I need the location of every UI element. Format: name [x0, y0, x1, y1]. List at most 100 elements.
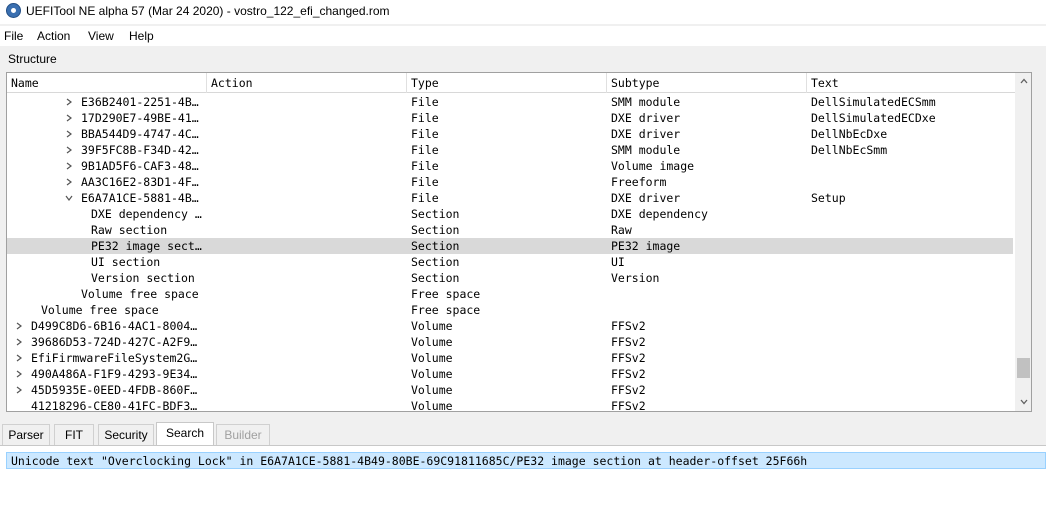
row-text: DellNbEcSmm	[811, 143, 888, 157]
chevron-right-icon[interactable]	[65, 142, 75, 154]
row-subtype: FFSv2	[611, 335, 646, 349]
chevron-right-icon[interactable]	[15, 366, 25, 378]
row-subtype: SMM module	[611, 95, 681, 109]
row-subtype: Raw	[611, 223, 632, 237]
tree-row[interactable]: Volume free space Free space	[7, 286, 1013, 302]
row-type: File	[411, 95, 439, 109]
tree-row[interactable]: 17D290E7-49BE-41… File DXE driver DellSi…	[7, 110, 1013, 126]
column-name[interactable]: Name	[7, 73, 207, 93]
menu-file[interactable]: File	[4, 29, 23, 43]
search-result-item[interactable]: Unicode text "Overclocking Lock" in E6A7…	[6, 452, 1046, 469]
tree-row[interactable]: 39F5FC8B-F34D-42… File SMM module DellNb…	[7, 142, 1013, 158]
tree-row[interactable]: 490A486A-F1F9-4293-9E34… Volume FFSv2	[7, 366, 1013, 382]
tree-row[interactable]: Raw section Section Raw	[7, 222, 1013, 238]
row-subtype: FFSv2	[611, 319, 646, 333]
row-subtype: Freeform	[611, 175, 667, 189]
row-subtype: Version	[611, 271, 660, 285]
tree-row[interactable]: DXE dependency … Section DXE dependency	[7, 206, 1013, 222]
tree-row[interactable]: Volume free space Free space	[7, 302, 1013, 318]
row-type: File	[411, 175, 439, 189]
scroll-down-icon[interactable]	[1015, 394, 1031, 411]
chevron-right-icon[interactable]	[15, 350, 25, 362]
row-name: 45D5935E-0EED-4FDB-860F…	[31, 383, 198, 397]
tab-parser[interactable]: Parser	[2, 424, 50, 445]
row-subtype: FFSv2	[611, 399, 646, 412]
row-type: File	[411, 111, 439, 125]
menu-action[interactable]: Action	[37, 29, 70, 43]
tree-row[interactable]: 41218296-CE80-41FC-BDF3… Volume FFSv2	[7, 398, 1013, 412]
search-results-panel: Unicode text "Overclocking Lock" in E6A7…	[0, 445, 1046, 532]
row-type: Volume	[411, 383, 453, 397]
menu-view[interactable]: View	[88, 29, 114, 43]
tab-search[interactable]: Search	[156, 422, 214, 445]
row-name: Raw section	[91, 223, 168, 237]
structure-tree[interactable]: Name Action Type Subtype Text E36B2401-2…	[6, 72, 1032, 412]
row-name: EfiFirmwareFileSystem2G…	[31, 351, 198, 365]
row-text: Setup	[811, 191, 846, 205]
tree-row[interactable]: 9B1AD5F6-CAF3-48… File Volume image	[7, 158, 1013, 174]
chevron-right-icon[interactable]	[15, 334, 25, 346]
tree-row[interactable]: BBA544D9-4747-4C… File DXE driver DellNb…	[7, 126, 1013, 142]
row-name: 490A486A-F1F9-4293-9E34…	[31, 367, 198, 381]
vertical-scrollbar[interactable]	[1015, 73, 1031, 411]
row-subtype: SMM module	[611, 143, 681, 157]
row-name: BBA544D9-4747-4C…	[81, 127, 199, 141]
tree-row[interactable]: Version section Section Version	[7, 270, 1013, 286]
row-type: Volume	[411, 367, 453, 381]
chevron-down-icon[interactable]	[65, 190, 75, 202]
tab-security[interactable]: Security	[98, 424, 154, 445]
column-text[interactable]: Text	[807, 73, 1015, 93]
row-type: Volume	[411, 399, 453, 412]
column-action[interactable]: Action	[207, 73, 407, 93]
row-name: PE32 image sect…	[91, 239, 202, 253]
chevron-right-icon[interactable]	[65, 110, 75, 122]
chevron-right-icon[interactable]	[65, 158, 75, 170]
chevron-right-icon[interactable]	[65, 174, 75, 186]
row-type: Section	[411, 255, 460, 269]
row-subtype: DXE driver	[611, 191, 681, 205]
chevron-right-icon[interactable]	[65, 94, 75, 106]
row-name: 9B1AD5F6-CAF3-48…	[81, 159, 199, 173]
scrollbar-thumb[interactable]	[1017, 358, 1030, 378]
tree-row[interactable]: D499C8D6-6B16-4AC1-8004… Volume FFSv2	[7, 318, 1013, 334]
row-subtype: DXE driver	[611, 127, 681, 141]
row-subtype: Volume image	[611, 159, 695, 173]
chevron-right-icon[interactable]	[15, 318, 25, 330]
row-type: Free space	[411, 287, 481, 301]
row-name: 41218296-CE80-41FC-BDF3…	[31, 399, 198, 412]
scroll-up-icon[interactable]	[1015, 73, 1031, 90]
row-text: DellSimulatedECDxe	[811, 111, 936, 125]
tree-row[interactable]: E36B2401-2251-4B… File SMM module DellSi…	[7, 94, 1013, 110]
window-title: UEFITool NE alpha 57 (Mar 24 2020) - vos…	[26, 4, 390, 18]
row-type: Volume	[411, 351, 453, 365]
tree-header: Name Action Type Subtype Text	[7, 73, 1015, 93]
tree-row[interactable]: EfiFirmwareFileSystem2G… Volume FFSv2	[7, 350, 1013, 366]
structure-panel-label: Structure	[8, 52, 57, 66]
tree-row-selected[interactable]: PE32 image sect… Section PE32 image	[7, 238, 1013, 254]
tab-fit[interactable]: FIT	[54, 424, 94, 445]
row-name: AA3C16E2-83D1-4F…	[81, 175, 199, 189]
tree-row[interactable]: 39686D53-724D-427C-A2F9… Volume FFSv2	[7, 334, 1013, 350]
tree-row[interactable]: 45D5935E-0EED-4FDB-860F… Volume FFSv2	[7, 382, 1013, 398]
chevron-right-icon[interactable]	[15, 382, 25, 394]
row-subtype: DXE driver	[611, 111, 681, 125]
row-subtype: PE32 image	[611, 239, 681, 253]
row-name: D499C8D6-6B16-4AC1-8004…	[31, 319, 198, 333]
row-type: Free space	[411, 303, 481, 317]
column-subtype[interactable]: Subtype	[607, 73, 807, 93]
tree-row[interactable]: UI section Section UI	[7, 254, 1013, 270]
row-type: Volume	[411, 319, 453, 333]
tree-row[interactable]: E6A7A1CE-5881-4B… File DXE driver Setup	[7, 190, 1013, 206]
row-type: Section	[411, 207, 460, 221]
row-type: File	[411, 191, 439, 205]
menu-help[interactable]: Help	[129, 29, 154, 43]
row-subtype: FFSv2	[611, 351, 646, 365]
column-type[interactable]: Type	[407, 73, 607, 93]
row-type: File	[411, 127, 439, 141]
row-name: E6A7A1CE-5881-4B…	[81, 191, 199, 205]
row-name: Version section	[91, 271, 195, 285]
tree-row[interactable]: AA3C16E2-83D1-4F… File Freeform	[7, 174, 1013, 190]
row-type: Section	[411, 239, 460, 253]
chevron-right-icon[interactable]	[65, 126, 75, 138]
bottom-tab-bar: Parser FIT Security Search Builder	[0, 422, 1046, 445]
